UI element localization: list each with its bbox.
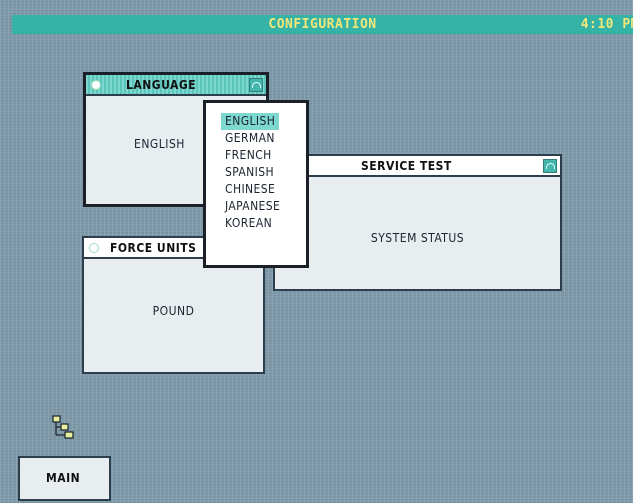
service-test-title: SERVICE TEST — [361, 159, 452, 173]
screen-title: CONFIGURATION — [268, 17, 377, 32]
language-title: LANGUAGE — [126, 78, 197, 92]
force-units-value[interactable]: POUND — [84, 304, 263, 318]
language-option-english[interactable]: ENGLISH — [221, 113, 280, 130]
main-button[interactable]: MAIN — [18, 456, 111, 501]
language-header[interactable]: LANGUAGE — [86, 75, 266, 96]
language-option-korean[interactable]: KOREAN — [221, 215, 306, 232]
clock: 4:10 PM — [580, 17, 633, 32]
tree-icon[interactable] — [52, 415, 76, 441]
force-units-title: FORCE UNITS — [110, 241, 197, 255]
service-test-header[interactable]: SERVICE TEST — [275, 156, 560, 177]
language-option-french[interactable]: FRENCH — [221, 147, 306, 164]
language-option-chinese[interactable]: CHINESE — [221, 181, 306, 198]
system-status-item[interactable]: SYSTEM STATUS — [275, 231, 560, 245]
config-screen: CONFIGURATION 4:10 PM FORCE UNITS POUND … — [0, 0, 633, 503]
window-dot-icon — [89, 243, 99, 253]
language-dropdown[interactable]: ENGLISH GERMAN FRENCH SPANISH CHINESE JAPANES… — [203, 100, 309, 268]
collapse-icon[interactable] — [249, 78, 263, 92]
language-option-spanish[interactable]: SPANISH — [221, 164, 306, 181]
service-test-window[interactable]: SERVICE TEST SYSTEM STATUS — [273, 154, 562, 291]
title-bar: CONFIGURATION 4:10 PM — [12, 15, 633, 34]
window-dot-icon — [91, 80, 101, 90]
language-option-german[interactable]: GERMAN — [221, 130, 306, 147]
collapse-icon[interactable] — [543, 159, 557, 173]
language-option-japanese[interactable]: JAPANESE — [221, 198, 306, 215]
